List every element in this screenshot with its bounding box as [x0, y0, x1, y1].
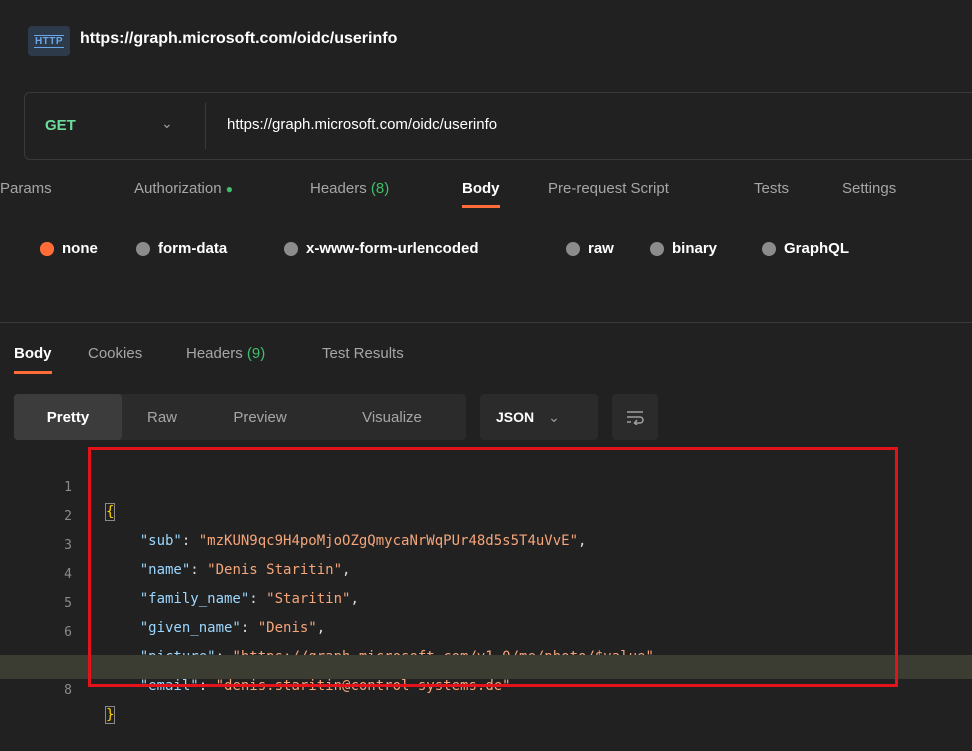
radio-form-data[interactable]: form-data — [136, 240, 227, 257]
code-line: 6 "picture": "https://graph.microsoft.co… — [0, 597, 972, 665]
response-body-editor[interactable]: 1 { 2 "sub": "mzKUN9qc9H4poMjoOZgQmycaNr… — [0, 452, 972, 724]
radio-indicator — [566, 241, 580, 256]
tab-body[interactable]: Body — [462, 180, 500, 208]
tab-pre-request-script[interactable]: Pre-request Script — [548, 180, 669, 197]
wrap-lines-icon — [627, 411, 644, 425]
code-line-current: 8 } — [0, 655, 972, 724]
status-dot: ● — [225, 182, 233, 196]
method-select[interactable]: GET — [45, 117, 76, 134]
code-line: 4 "family_name": "Staritin", — [0, 539, 972, 607]
wrap-lines-button[interactable] — [612, 394, 658, 440]
code-line: 1 { — [0, 452, 972, 521]
language-label: JSON — [496, 409, 535, 425]
chevron-down-icon[interactable]: ⌄ — [161, 115, 173, 132]
radio-indicator — [284, 241, 298, 256]
radio-x-www-form-urlencoded[interactable]: x-www-form-urlencoded — [284, 240, 479, 257]
radio-indicator — [136, 241, 150, 256]
tab-headers[interactable]: Headers (8) — [310, 180, 389, 197]
radio-indicator — [40, 241, 54, 256]
code-line: 5 "given_name": "Denis", — [0, 568, 972, 636]
url-bar: GET ⌄ https://graph.microsoft.com/oidc/u… — [24, 92, 972, 160]
tab-params[interactable]: Params — [0, 180, 52, 197]
tab-authorization[interactable]: Authorization ● — [134, 180, 233, 197]
tab-tests[interactable]: Tests — [754, 180, 789, 197]
code-line: 7 "email": "denis.staritin@control-syste… — [0, 626, 972, 694]
request-tab-header: HTTP https://graph.microsoft.com/oidc/us… — [0, 0, 972, 86]
url-input[interactable]: https://graph.microsoft.com/oidc/userinf… — [227, 116, 497, 133]
pane-divider[interactable] — [0, 322, 972, 323]
tab-settings[interactable]: Settings — [842, 180, 896, 197]
radio-binary[interactable]: binary — [650, 240, 717, 257]
format-visualize-button[interactable]: Visualize — [318, 394, 466, 440]
radio-indicator — [762, 241, 776, 256]
radio-raw[interactable]: raw — [566, 240, 614, 257]
format-toggle-group: Pretty Raw Preview Visualize — [14, 394, 466, 440]
response-tab-cookies[interactable]: Cookies — [88, 345, 142, 362]
radio-graphql[interactable]: GraphQL — [762, 240, 849, 257]
line-number: 8 — [64, 683, 72, 698]
headers-count: (8) — [370, 180, 390, 197]
radio-indicator — [650, 241, 664, 256]
headers-count: (9) — [246, 345, 266, 362]
response-tab-test-results[interactable]: Test Results — [322, 345, 404, 362]
response-tab-body[interactable]: Body — [14, 345, 52, 374]
format-pretty-button[interactable]: Pretty — [14, 394, 122, 440]
radio-none[interactable]: none — [40, 240, 98, 257]
code-line: 3 "name": "Denis Staritin", — [0, 510, 972, 578]
close-brace: } — [104, 706, 116, 724]
format-raw-button[interactable]: Raw — [122, 394, 202, 440]
format-preview-button[interactable]: Preview — [202, 394, 318, 440]
chevron-down-icon: ⌄ — [548, 408, 560, 425]
code-line: 2 "sub": "mzKUN9qc9H4poMjoOZgQmycaNrWqPU… — [0, 481, 972, 549]
language-select[interactable]: JSON ⌄ — [480, 394, 598, 440]
response-tab-headers[interactable]: Headers (9) — [186, 345, 265, 362]
http-icon: HTTP — [28, 26, 70, 56]
divider — [205, 103, 206, 149]
request-title[interactable]: https://graph.microsoft.com/oidc/userinf… — [80, 30, 397, 48]
